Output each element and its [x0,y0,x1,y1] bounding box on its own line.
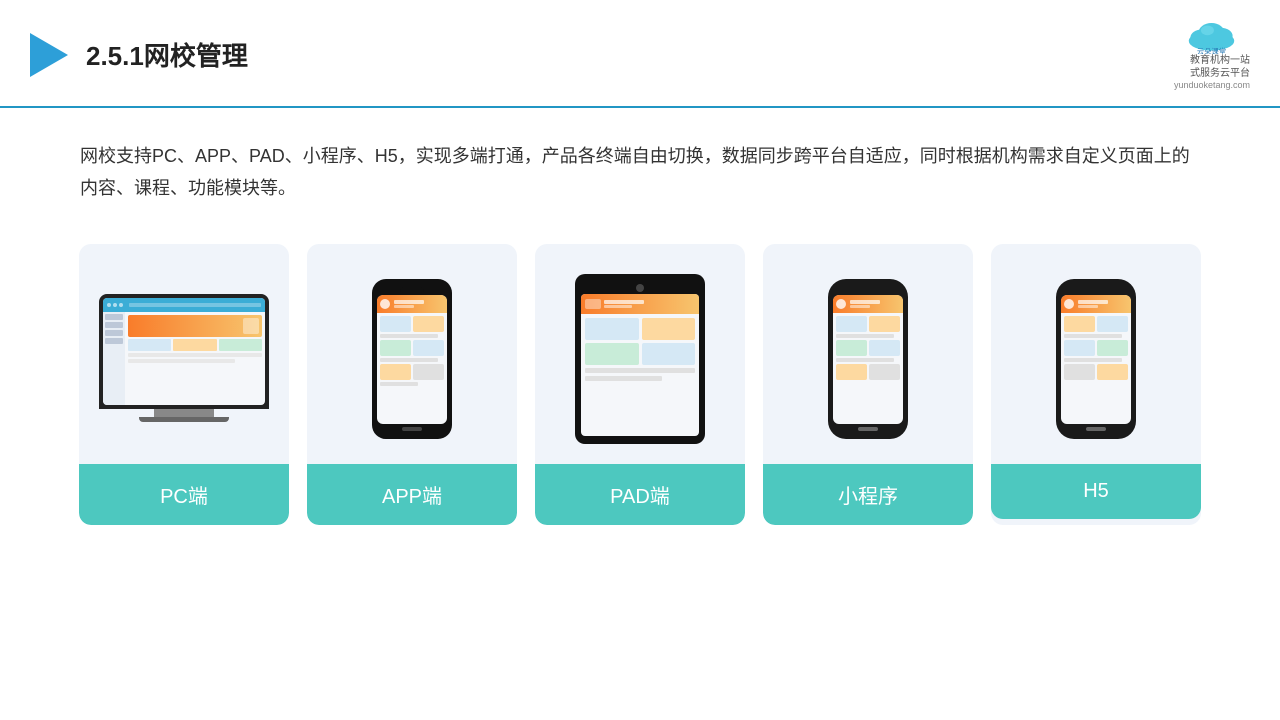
pc-monitor [99,294,269,424]
h5-image-area [991,244,1201,464]
cards-container: PC端 [0,224,1280,555]
card-pc: PC端 [79,244,289,525]
miniprogram-image-area [763,244,973,464]
app-label: APP端 [307,464,517,525]
pad-tablet-mock [575,274,705,444]
description-text: 网校支持PC、APP、PAD、小程序、H5，实现多端打通，产品各终端自由切换，数… [0,108,1280,225]
card-h5: H5 [991,244,1201,525]
svg-text:云朵课堂: 云朵课堂 [1197,47,1226,54]
logo-url: yunduoketang.com [1174,80,1250,92]
pad-image-area [535,244,745,464]
app-phone-mock [372,279,452,439]
pad-label: PAD端 [535,464,745,525]
h5-label: H5 [991,464,1201,519]
pc-screen-inner [103,298,265,405]
header: 2.5.1网校管理 云朵课堂 教育机构一站 式服务云平台 yunduoketan… [0,0,1280,108]
pc-screen-outer [99,294,269,409]
desc-content: 网校支持PC、APP、PAD、小程序、H5，实现多端打通，产品各终端自由切换，数… [80,146,1190,198]
header-left: 2.5.1网校管理 [30,33,248,77]
logo-cloud-icon: 云朵课堂 [1179,18,1244,54]
card-miniprogram: 小程序 [763,244,973,525]
card-pad: PAD端 [535,244,745,525]
app-image-area [307,244,517,464]
page-title: 2.5.1网校管理 [86,36,248,73]
h5-phone-mock [1056,279,1136,439]
logo-tagline: 教育机构一站 [1174,54,1250,67]
logo-area: 云朵课堂 教育机构一站 式服务云平台 yunduoketang.com [1174,18,1250,92]
miniprogram-label: 小程序 [763,464,973,525]
pc-label: PC端 [79,464,289,525]
play-icon [30,33,68,77]
card-app: APP端 [307,244,517,525]
pc-image-area [79,244,289,464]
miniprogram-phone-mock [828,279,908,439]
logo-tagline2: 式服务云平台 [1174,67,1250,80]
